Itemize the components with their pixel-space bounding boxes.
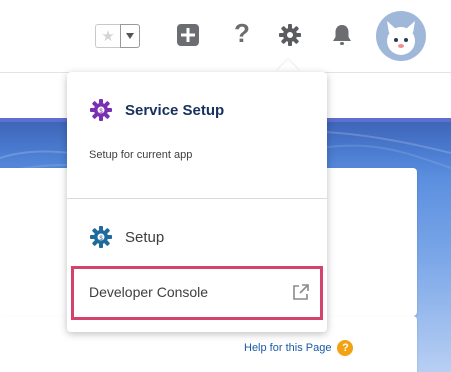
menu-item-developer-console[interactable]: Developer Console [71, 266, 323, 320]
help-button[interactable]: ? [229, 17, 255, 48]
bell-icon [333, 25, 351, 45]
content-card [322, 168, 417, 316]
service-setup-label: Service Setup [125, 101, 225, 119]
help-icon: ? [234, 17, 250, 48]
service-setup-subtitle: Setup for current app [89, 149, 193, 161]
chevron-down-icon [126, 33, 134, 39]
developer-console-label: Developer Console [89, 284, 209, 300]
global-actions-button[interactable] [175, 22, 201, 48]
help-circle-icon: ? [337, 340, 354, 356]
gear-icon: $ [90, 226, 112, 248]
favorites-dropdown-button[interactable] [120, 24, 140, 48]
gear-icon: $ [90, 99, 112, 121]
favorites-group: ★ [95, 24, 140, 48]
help-link-label: Help for this Page [244, 342, 332, 354]
help-for-page-link[interactable]: Help for this Page ? [244, 340, 354, 356]
setup-label: Setup [125, 228, 165, 246]
menu-item-setup[interactable]: $ Setup [89, 225, 164, 249]
gear-icon [279, 24, 301, 46]
notifications-button[interactable] [329, 22, 355, 48]
favorite-star-button[interactable]: ★ [95, 24, 120, 48]
plus-icon [177, 24, 199, 46]
external-link-icon [293, 284, 309, 300]
content-card [0, 168, 70, 328]
star-icon: ★ [101, 28, 115, 45]
global-header: ★ ? [0, 0, 451, 73]
user-avatar-icon [376, 11, 426, 61]
menu-item-service-setup[interactable]: $ Service Setup [89, 98, 224, 122]
avatar[interactable] [376, 11, 426, 61]
setup-gear-button[interactable] [277, 22, 303, 48]
service-setup-section: $ Service Setup Setup for current app [67, 72, 327, 199]
